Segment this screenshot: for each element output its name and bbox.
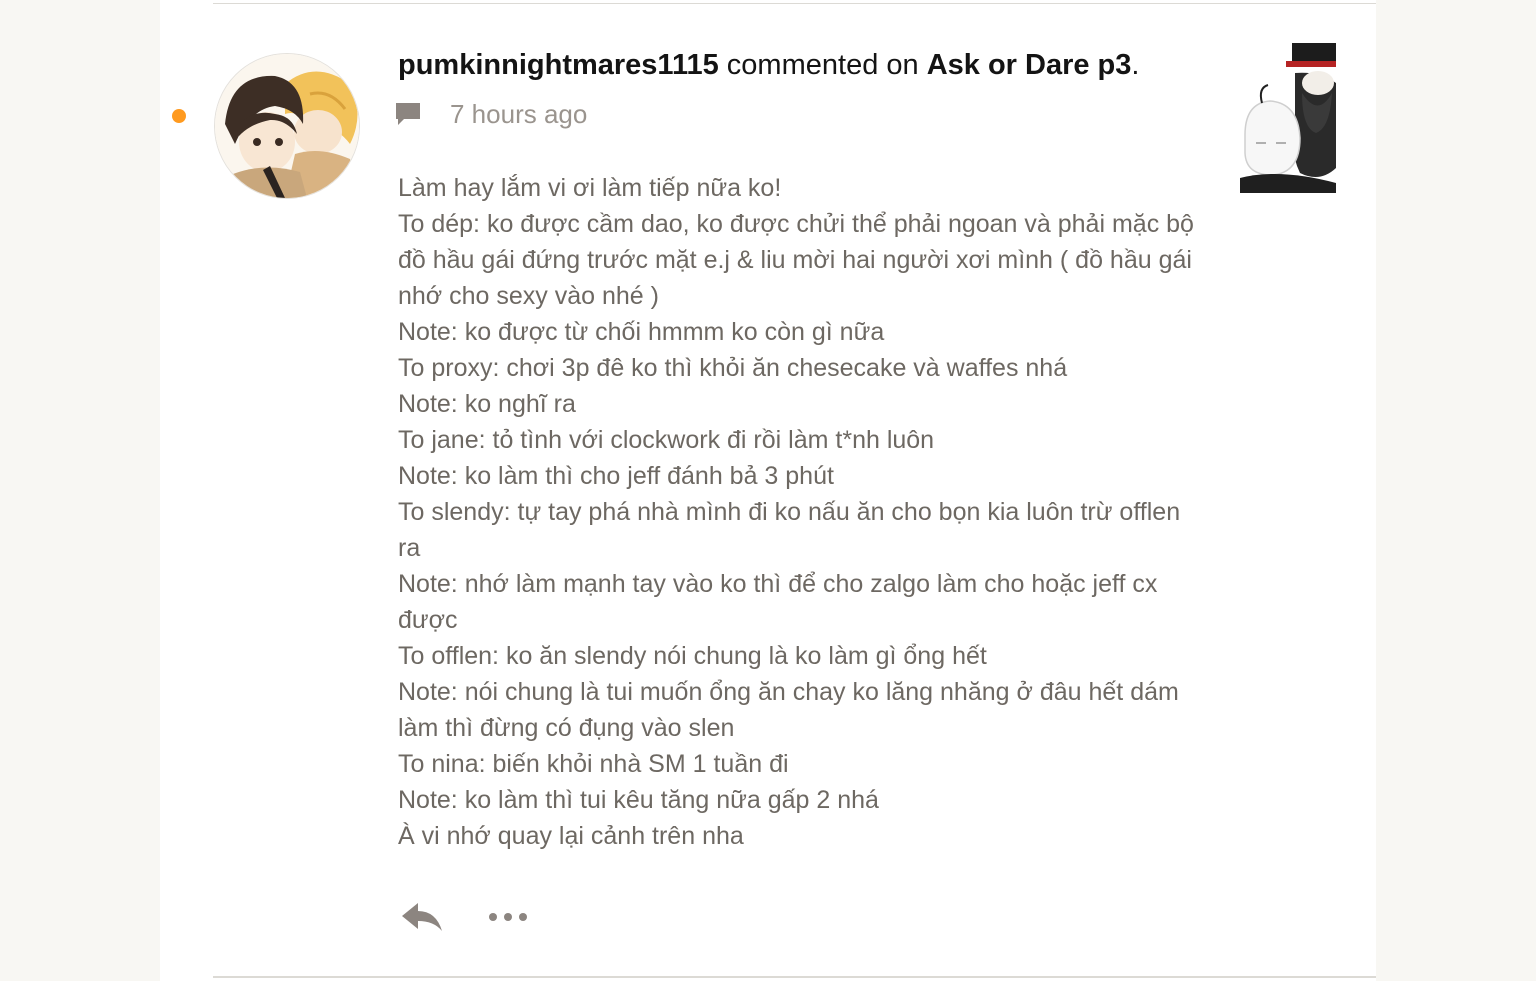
headline-period: . bbox=[1131, 49, 1140, 81]
comment-body-line: To slendy: tự tay phá nhà mình đi ko nấu… bbox=[398, 498, 1188, 562]
comment-body-line: Note: ko được từ chối hmmm ko còn gì nữa bbox=[398, 318, 885, 346]
comment-body-line: Note: nhớ làm mạnh tay vào ko thì để cho… bbox=[398, 570, 1165, 634]
comment-body-line: À vi nhớ quay lại cảnh trên nha bbox=[398, 822, 744, 850]
comment-body-line: Note: ko làm thì cho jeff đánh bả 3 phút bbox=[398, 462, 834, 490]
user-avatar[interactable] bbox=[214, 53, 360, 199]
unread-indicator-dot bbox=[172, 109, 186, 123]
comment-bubble-icon bbox=[396, 103, 420, 125]
notification-headline: pumkinnightmares1115 commented on Ask or… bbox=[398, 44, 1218, 86]
comment-actions bbox=[400, 897, 528, 937]
more-dots-icon[interactable] bbox=[488, 911, 528, 923]
comment-meta: 7 hours ago bbox=[394, 96, 587, 132]
action-text: commented on bbox=[718, 49, 927, 81]
bottom-divider bbox=[213, 976, 1376, 978]
comment-body-line: Note: nói chung là tui muốn ổng ăn chay … bbox=[398, 678, 1186, 742]
comment-body-line: To nina: biến khỏi nhà SM 1 tuần đi bbox=[398, 750, 789, 778]
story-cover-thumbnail[interactable] bbox=[1240, 43, 1336, 193]
comment-body-line: To dép: ko được cầm dao, ko được chửi th… bbox=[398, 210, 1201, 310]
comment-body-line: Note: ko nghĩ ra bbox=[398, 390, 576, 418]
comment-body-line: To proxy: chơi 3p đê ko thì khỏi ăn ches… bbox=[398, 354, 1068, 382]
username-link[interactable]: pumkinnightmares1115 bbox=[398, 49, 719, 81]
comment-body-line: To jane: tỏ tình với clockwork đi rồi là… bbox=[398, 426, 935, 454]
comment-body: Làm hay lắm vi ơi làm tiếp nữa ko! To dép… bbox=[398, 170, 1198, 854]
comment-body-line: To offlen: ko ăn slendy nói chung là ko … bbox=[398, 642, 987, 670]
timestamp: 7 hours ago bbox=[450, 98, 588, 129]
reply-arrow-icon[interactable] bbox=[400, 899, 444, 935]
comment-body-line: Làm hay lắm vi ơi làm tiếp nữa ko! bbox=[398, 174, 782, 202]
comment-body-line: Note: ko làm thì tui kêu tăng nữa gấp 2 … bbox=[398, 786, 879, 814]
story-title-link[interactable]: Ask or Dare p3 bbox=[927, 49, 1132, 81]
top-divider bbox=[213, 3, 1376, 4]
